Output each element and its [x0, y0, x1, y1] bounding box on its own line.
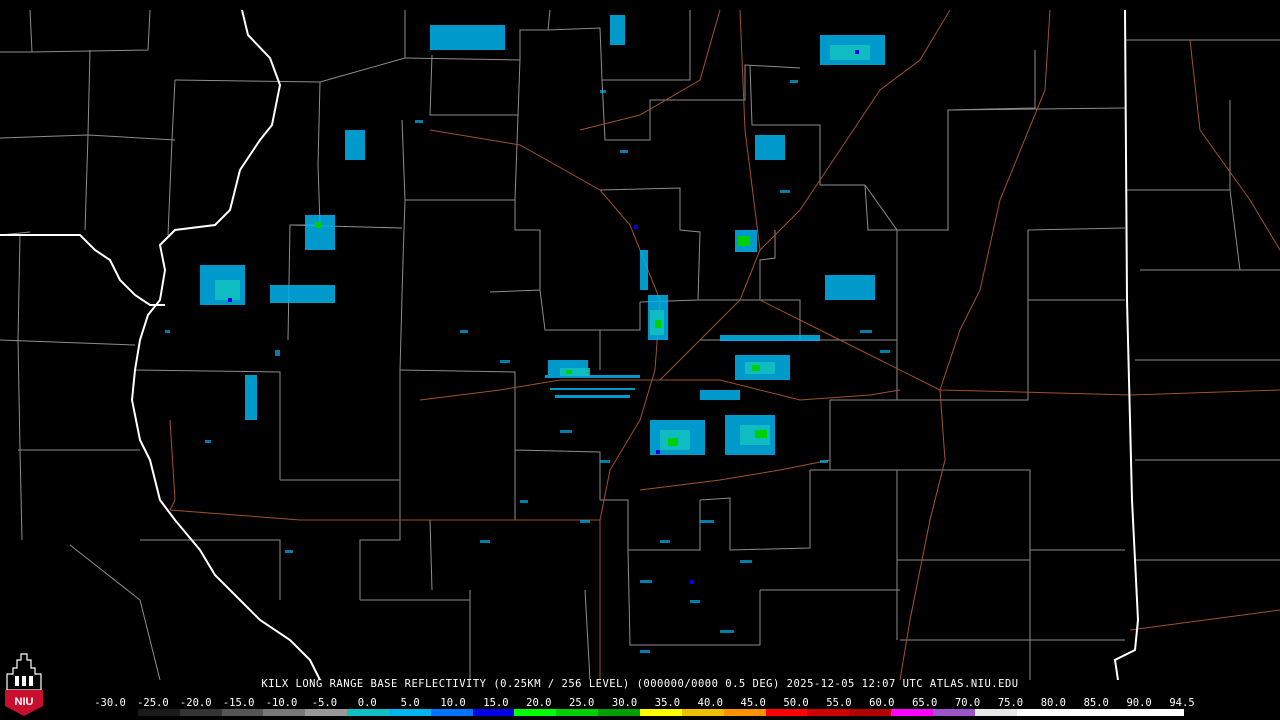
scale-label: 0.0	[357, 697, 377, 709]
colorbar-segment	[137, 709, 180, 716]
state-boundaries	[0, 9, 1140, 681]
colorbar-segment	[932, 709, 975, 716]
colorbar-segment	[96, 709, 138, 716]
colorbar-segment	[514, 709, 557, 716]
colorbar-segment	[1016, 709, 1059, 716]
product-title: KILX LONG RANGE BASE REFLECTIVITY (0.25K…	[261, 678, 1019, 690]
reflectivity-echoes	[165, 15, 890, 653]
colorbar-segment	[556, 709, 599, 716]
scale-label: 20.0	[526, 697, 552, 709]
scale-label: 50.0	[783, 697, 809, 709]
colorbar-segment	[974, 709, 1017, 716]
scale-label: 55.0	[826, 697, 852, 709]
colorbar-segment	[263, 709, 306, 716]
scale-label: 5.0	[400, 697, 420, 709]
colorbar-segment	[221, 709, 264, 716]
scale-label: 40.0	[697, 697, 723, 709]
colorbar-segment	[1100, 709, 1143, 716]
colorbar-segment	[1058, 709, 1101, 716]
reflectivity-scale-labels: -30.0 -25.0 -20.0 -15.0 -10.0 -5.0 0.0 5.0 10.0 1…	[94, 697, 1196, 709]
scale-label: 25.0	[569, 697, 595, 709]
scale-label: -5.0	[311, 697, 338, 709]
colorbar-segment	[681, 709, 724, 716]
scale-label: -15.0	[222, 697, 255, 709]
scale-label: -30.0	[94, 697, 126, 709]
colorbar-segment	[807, 709, 850, 716]
colorbar-segment	[765, 709, 808, 716]
colorbar-segment	[639, 709, 682, 716]
scale-label: 45.0	[740, 697, 766, 709]
radar-map	[0, 9, 1280, 681]
colorbar-segment	[388, 709, 431, 716]
colorbar-segment	[891, 709, 933, 716]
colorbar-segment	[347, 709, 389, 716]
scale-label: 70.0	[954, 697, 981, 709]
scale-label: 85.0	[1083, 697, 1109, 709]
colorbar-segment	[723, 709, 766, 716]
scale-label: 65.0	[912, 697, 938, 709]
county-boundaries	[0, 9, 1280, 681]
scale-label: -25.0	[137, 697, 169, 709]
colorbar-segment	[430, 709, 473, 716]
scale-label: 90.0	[1126, 697, 1152, 709]
colorbar-segment	[472, 709, 515, 716]
scale-label: -20.0	[179, 697, 212, 709]
scale-label: 75.0	[997, 697, 1024, 709]
scale-label: 80.0	[1040, 697, 1067, 709]
colorbar-segment	[1142, 709, 1184, 716]
scale-label: 94.5	[1169, 697, 1195, 709]
scale-label: 30.0	[611, 697, 638, 709]
scale-label: 10.0	[440, 697, 466, 709]
reflectivity-colorbar	[96, 709, 1184, 716]
scale-label: 35.0	[654, 697, 681, 709]
niu-logo: NIU	[5, 653, 43, 716]
colorbar-segment	[179, 709, 222, 716]
colorbar-segment	[598, 709, 640, 716]
scale-label: 15.0	[483, 697, 509, 709]
niu-logo-text: NIU	[15, 696, 34, 708]
scale-label: -10.0	[265, 697, 298, 709]
scale-label: 60.0	[869, 697, 895, 709]
highway-lines	[169, 9, 1280, 681]
colorbar-segment	[305, 709, 348, 716]
colorbar-segment	[849, 709, 892, 716]
